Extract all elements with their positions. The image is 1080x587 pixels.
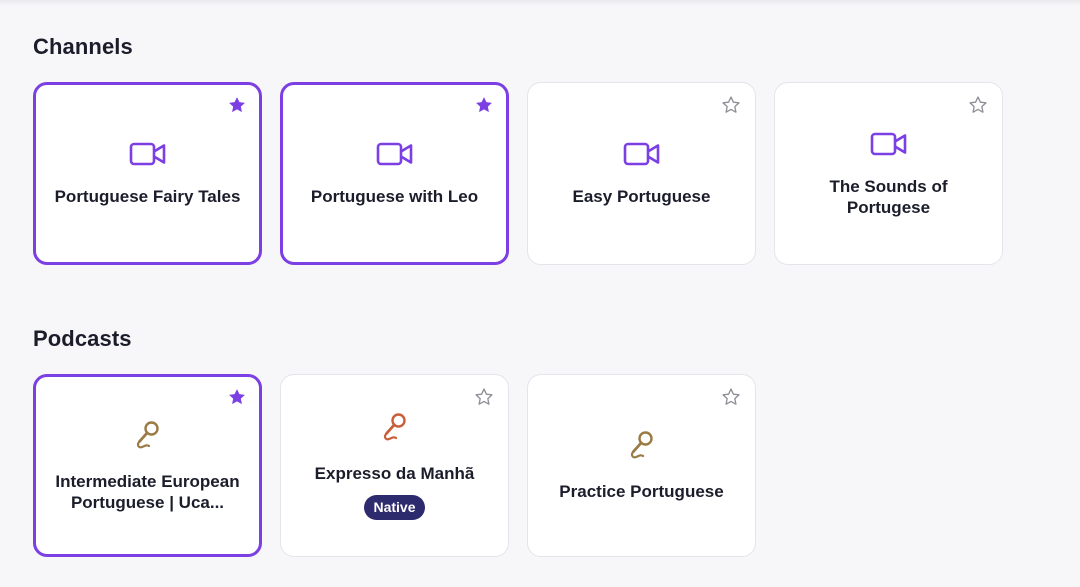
channel-title: Portuguese Fairy Tales — [54, 187, 241, 206]
channel-card-the-sounds-of-portugese[interactable]: The Sounds of Portugese — [774, 82, 1003, 265]
channels-heading: Channels — [33, 34, 133, 59]
video-camera-icon — [623, 142, 659, 166]
podcast-title: Expresso da Manhã — [314, 464, 475, 483]
star-filled-icon[interactable] — [227, 95, 247, 115]
video-camera-icon — [376, 142, 412, 166]
star-filled-icon[interactable] — [227, 387, 247, 407]
microphone-icon — [136, 420, 159, 448]
channel-card-portuguese-fairy-tales[interactable]: Portuguese Fairy Tales — [33, 82, 262, 265]
star-outline-icon[interactable] — [721, 387, 741, 407]
channel-card-easy-portuguese[interactable]: Easy Portuguese — [527, 82, 756, 265]
podcast-card-expresso-da-manha[interactable]: Expresso da Manhã Native — [280, 374, 509, 557]
microphone-icon — [630, 431, 653, 459]
podcast-card-practice-portuguese[interactable]: Practice Portuguese — [527, 374, 756, 557]
top-divider-shadow — [0, 0, 1080, 6]
channels-row: Portuguese Fairy Tales Portuguese with L… — [33, 82, 1003, 265]
star-outline-icon[interactable] — [474, 387, 494, 407]
podcast-card-intermediate-european-portuguese[interactable]: Intermediate European Portuguese | Uca..… — [33, 374, 262, 557]
channel-title: Portuguese with Leo — [310, 187, 479, 206]
star-outline-icon[interactable] — [721, 95, 741, 115]
channel-title: The Sounds of Portugese — [829, 176, 948, 217]
star-outline-icon[interactable] — [968, 95, 988, 115]
podcast-title: Intermediate European Portuguese | Uca..… — [55, 471, 240, 512]
podcasts-row: Intermediate European Portuguese | Uca..… — [33, 374, 756, 557]
video-camera-icon — [870, 132, 906, 155]
podcast-title: Practice Portuguese — [559, 482, 724, 501]
microphone-icon — [383, 413, 406, 441]
channel-card-portuguese-with-leo[interactable]: Portuguese with Leo — [280, 82, 509, 265]
channel-title: Easy Portuguese — [572, 187, 711, 206]
native-badge: Native — [364, 495, 425, 520]
podcasts-heading: Podcasts — [33, 326, 132, 351]
star-filled-icon[interactable] — [474, 95, 494, 115]
video-camera-icon — [129, 142, 165, 166]
